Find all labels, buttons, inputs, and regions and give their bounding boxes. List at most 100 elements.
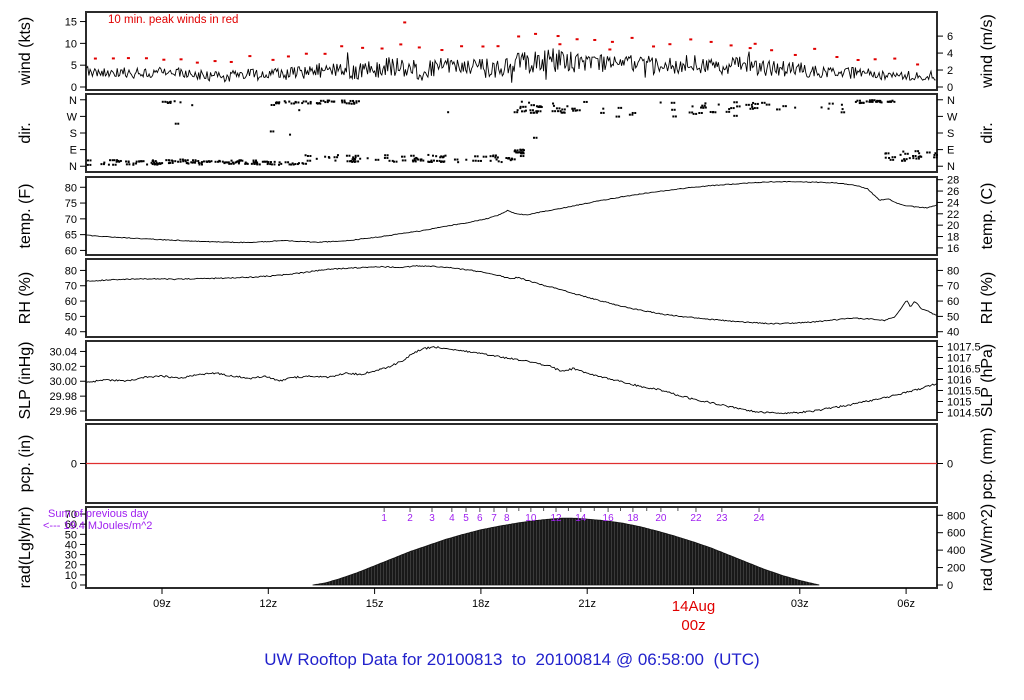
temp-left-tick-label: 60	[65, 245, 77, 257]
rad-right-axis-label: rad (W/m^2)	[979, 504, 996, 592]
wind-left-tick-label: 0	[71, 82, 77, 94]
x-tick-label: 15z	[366, 598, 384, 610]
x-tick-label: 03z	[791, 598, 809, 610]
rad-hour-mark-label: 7	[491, 513, 497, 524]
wind-right-tick-label: 0	[947, 82, 953, 94]
dir-left-axis-label: dir.	[17, 122, 34, 143]
date-tick-line2: 00z	[681, 617, 705, 634]
temp-left-tick-label: 65	[65, 230, 77, 242]
slp-right-tick-label: 1015.5	[947, 385, 981, 397]
rad-hour-mark-label: 8	[504, 513, 510, 524]
temp-left-tick-label: 75	[65, 198, 77, 210]
temp-right-tick-label: 16	[947, 243, 959, 255]
x-axis: 09z 12z 15z 18z 21z 03z 06z 14Aug 00z	[153, 588, 915, 634]
rh-left-tick-label: 70	[65, 281, 77, 293]
dir-right-tick-label: N	[947, 95, 955, 107]
dir-right-tick-label: S	[947, 128, 954, 140]
rad-right-tick-label: 400	[947, 545, 965, 557]
panel-wind: 0 5 10 15 0 2 4 6 wind (kts) wind (m/s) 10 min. pe…	[17, 11, 996, 94]
slp-right-tick-label: 1017.5	[947, 342, 981, 354]
slp-right-tick-label: 1017	[947, 352, 971, 364]
rad-hour-mark-label: 6	[477, 513, 483, 524]
rad-right-tick-label: 600	[947, 528, 965, 540]
panel-pcp: 0 0 pcp. (in) pcp. (mm)	[17, 423, 996, 504]
panel-rad: 0102030405060700200400600800rad(Lgly/hr)…	[17, 504, 996, 592]
x-tick-label: 21z	[578, 598, 596, 610]
rad-right-tick-label: 200	[947, 563, 965, 575]
temp-left-tick-label: 80	[65, 182, 77, 194]
rad-hour-mark-label: 16	[603, 513, 615, 524]
x-tick-label: 18z	[472, 598, 490, 610]
date-tick-line1: 14Aug	[672, 598, 715, 615]
weather-multi-panel-chart: 0510150246wind (kts) wind (m/s)10 min. pe…	[17, 11, 996, 634]
rh-right-tick-label: 60	[947, 296, 959, 308]
rad-hour-mark-label: 12	[550, 513, 562, 524]
rad-hour-mark-label: 1	[381, 513, 387, 524]
temp-right-axis-label: temp. (C)	[979, 183, 996, 250]
weather-report-page: 0 5 10 15 0 2 4 6 wind (kts) wind (m/s) 10 min. pe…	[0, 0, 1024, 700]
temp-right-tick-label: 20	[947, 220, 959, 232]
rh-right-axis-label: RH (%)	[979, 272, 996, 324]
rh-left-tick-label: 60	[65, 296, 77, 308]
pcp-left-axis-label: pcp. (in)	[17, 435, 34, 493]
rad-hour-mark-label: 14	[575, 513, 587, 524]
rad-right-tick-label: 800	[947, 510, 965, 522]
rh-left-tick-label: 50	[65, 311, 77, 323]
temp-trace	[86, 180, 938, 244]
rh-right-tick-label: 40	[947, 327, 959, 339]
wind-right-tick-label: 6	[947, 31, 953, 43]
dir-scatter	[86, 99, 939, 166]
rad-hour-mark-label: 10	[525, 513, 537, 524]
rad-sum-annotation-line1: Sum of previous day	[48, 508, 149, 520]
x-tick-label: 06z	[897, 598, 915, 610]
rad-hour-mark-label: 3	[429, 513, 435, 524]
wind-right-tick-label: 4	[947, 48, 953, 60]
wind-left-axis-label: wind (kts)	[17, 17, 34, 86]
rad-hour-mark-label: 5	[463, 513, 469, 524]
rh-right-tick-label: 80	[947, 265, 959, 277]
wind-right-tick-label: 2	[947, 65, 953, 77]
rad-hour-mark-label: 2	[407, 513, 413, 524]
rh-left-tick-label: 80	[65, 265, 77, 277]
x-tick-label: 09z	[153, 598, 171, 610]
slp-right-axis-label: SLP (hPa)	[979, 344, 996, 418]
temp-left-axis-label: temp. (F)	[17, 184, 34, 249]
pcp-right-axis-label: pcp. (mm)	[979, 428, 996, 500]
slp-right-tick-label: 1015	[947, 397, 971, 409]
dir-left-tick-label: N	[69, 95, 77, 107]
wind-trace	[86, 48, 936, 83]
rad-right-tick-label: 0	[947, 580, 953, 592]
rad-sum-annotation-line2: <--- 19.4 MJoules/m^2	[43, 520, 152, 532]
slp-right-tick-label: 1014.5	[947, 407, 981, 419]
dir-left-tick-label: W	[67, 111, 78, 123]
temp-left-tick-label: 70	[65, 214, 77, 226]
rh-trace	[86, 264, 937, 325]
rh-left-tick-label: 40	[65, 327, 77, 339]
rh-right-tick-label: 50	[947, 311, 959, 323]
dir-right-tick-label: W	[947, 111, 958, 123]
slp-right-tick-label: 1016	[947, 374, 971, 386]
rad-hour-mark-label: 20	[655, 513, 667, 524]
rad-left-axis-label: rad(Lgly/hr)	[17, 507, 34, 589]
wind-left-tick-label: 10	[65, 38, 77, 50]
slp-trace	[86, 345, 938, 415]
slp-left-tick-label: 29.98	[49, 391, 77, 403]
slp-left-axis-label: SLP (inHg)	[17, 342, 34, 420]
pcp-right-tick-label: 0	[947, 459, 953, 471]
panel-rh: 40 50 60 70 80 40 50 60 70 80 RH (%) RH (%)	[17, 258, 996, 339]
wind-right-axis-label: wind (m/s)	[979, 14, 996, 89]
temp-frame	[85, 176, 938, 256]
rh-left-axis-label: RH (%)	[17, 272, 34, 324]
dir-left-tick-label: S	[70, 128, 77, 140]
slp-frame	[85, 340, 938, 421]
pcp-left-tick-label: 0	[71, 459, 77, 471]
slp-left-tick-label: 30.02	[49, 361, 77, 373]
rad-hour-mark-label: 18	[627, 513, 639, 524]
rh-right-tick-label: 70	[947, 281, 959, 293]
dir-left-tick-label: N	[69, 161, 77, 173]
temp-right-tick-label: 28	[947, 175, 959, 187]
page-title: UW Rooftop Data for 20100813 to 20100814…	[264, 650, 760, 669]
slp-right-tick-label: 1016.5	[947, 364, 981, 376]
x-tick-label: 12z	[259, 598, 277, 610]
temp-right-tick-label: 26	[947, 186, 959, 198]
